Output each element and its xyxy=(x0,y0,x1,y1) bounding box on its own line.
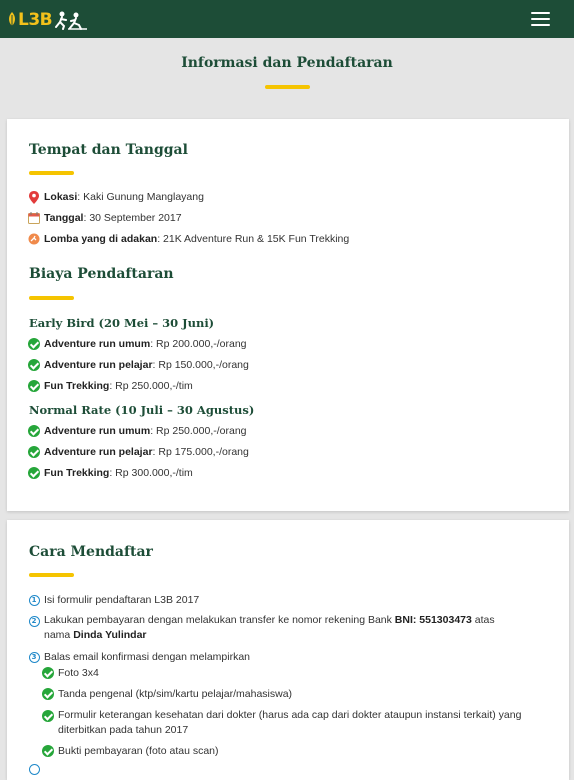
runner-figures-icon xyxy=(55,11,88,30)
title-underline xyxy=(265,85,310,89)
check-icon xyxy=(42,667,54,679)
hamburger-menu-icon[interactable] xyxy=(531,12,551,26)
number-2-icon: 2 xyxy=(28,615,40,627)
attachment-item: Bukti pembayaran (foto atau scan) xyxy=(41,744,219,758)
check-icon xyxy=(28,380,40,392)
info-value: : 30 September 2017 xyxy=(83,212,182,224)
step-text: Lakukan pembayaran dengan melakukan tran… xyxy=(44,614,395,626)
price-label: Adventure run pelajar xyxy=(44,359,153,371)
attachment-item: Formulir keterangan kesehatan dari dokte… xyxy=(41,708,531,738)
price-row: Adventure run umum : Rp 200.000,-/orang xyxy=(27,337,247,351)
map-pin-icon xyxy=(27,190,41,204)
attachment-text: Formulir keterangan kesehatan dari dokte… xyxy=(58,709,522,736)
info-label: Tanggal xyxy=(44,212,84,224)
section-heading-biaya: Biaya Pendaftaran xyxy=(29,266,174,282)
info-row-tanggal: Tanggal : 30 September 2017 xyxy=(27,211,182,225)
attachment-item: Foto 3x4 xyxy=(41,666,99,680)
step-item: 2 Lakukan pembayaran dengan melakukan tr… xyxy=(27,613,522,643)
price-row: Adventure run pelajar : Rp 150.000,-/ora… xyxy=(27,358,249,372)
check-icon xyxy=(42,745,54,757)
step-item: 3 Balas email konfirmasi dengan melampir… xyxy=(27,650,250,664)
number-4-icon xyxy=(28,763,40,775)
price-row: Adventure run pelajar : Rp 175.000,-/ora… xyxy=(27,445,249,459)
info-value: : Kaki Gunung Manglayang xyxy=(77,191,204,203)
early-bird-title: Early Bird (20 Mei – 30 Juni) xyxy=(29,316,215,330)
number-1-icon: 1 xyxy=(28,594,40,606)
check-icon xyxy=(28,446,40,458)
price-row: Adventure run umum : Rp 250.000,-/orang xyxy=(27,424,247,438)
step-text: Balas email konfirmasi dengan melampirka… xyxy=(44,651,251,663)
attachment-text: Bukti pembayaran (foto atau scan) xyxy=(58,745,219,757)
bank-account: BNI: 551303473 xyxy=(394,614,472,626)
section-underline xyxy=(29,296,74,300)
check-icon xyxy=(28,338,40,350)
step-item-partial xyxy=(27,762,44,776)
info-value: : 21K Adventure Run & 15K Fun Trekking xyxy=(157,233,350,245)
price-label: Fun Trekking xyxy=(44,380,110,392)
check-icon xyxy=(42,710,54,722)
price-row: Fun Trekking : Rp 250.000,-/tim xyxy=(27,379,193,393)
price-value: : Rp 175.000,-/orang xyxy=(152,446,249,458)
account-holder: Dinda Yulindar xyxy=(73,629,147,641)
info-label: Lokasi xyxy=(44,191,78,203)
attachment-text: Foto 3x4 xyxy=(58,667,99,679)
normal-rate-title: Normal Rate (10 Juli – 30 Agustus) xyxy=(29,403,255,417)
info-row-lokasi: Lokasi : Kaki Gunung Manglayang xyxy=(27,190,204,204)
section-heading-tempat: Tempat dan Tanggal xyxy=(29,142,188,158)
leaf-icon xyxy=(9,12,15,28)
section-underline xyxy=(29,573,74,577)
check-icon xyxy=(28,359,40,371)
price-value: : Rp 300.000,-/tim xyxy=(109,467,193,479)
attachment-text: Tanda pengenal (ktp/sim/kartu pelajar/ma… xyxy=(58,688,293,700)
price-label: Fun Trekking xyxy=(44,467,110,479)
calendar-icon xyxy=(27,211,41,225)
logo-text: L3B xyxy=(18,10,53,30)
price-value: : Rp 250.000,-/tim xyxy=(109,380,193,392)
check-icon xyxy=(28,425,40,437)
check-icon xyxy=(42,688,54,700)
l3b-logo[interactable]: L3B xyxy=(7,9,88,31)
running-icon xyxy=(27,232,41,246)
info-label: Lomba yang di adakan xyxy=(44,233,158,245)
price-value: : Rp 200.000,-/orang xyxy=(150,338,247,350)
attachment-item: Tanda pengenal (ktp/sim/kartu pelajar/ma… xyxy=(41,687,292,701)
number-3-icon: 3 xyxy=(28,651,40,663)
info-row-lomba: Lomba yang di adakan : 21K Adventure Run… xyxy=(27,232,349,246)
page-title: Informasi dan Pendaftaran xyxy=(181,55,393,71)
price-row: Fun Trekking : Rp 300.000,-/tim xyxy=(27,466,193,480)
section-underline xyxy=(29,171,74,175)
price-label: Adventure run umum xyxy=(44,425,151,437)
section-heading-cara: Cara Mendaftar xyxy=(29,544,153,560)
check-icon xyxy=(28,467,40,479)
price-label: Adventure run pelajar xyxy=(44,446,153,458)
price-value: : Rp 250.000,-/orang xyxy=(150,425,247,437)
price-value: : Rp 150.000,-/orang xyxy=(152,359,249,371)
top-navbar: L3B xyxy=(0,0,574,38)
registration-card: Cara Mendaftar 1 Isi formulir pendaftara… xyxy=(7,520,569,780)
info-card: Tempat dan Tanggal Lokasi : Kaki Gunung … xyxy=(7,119,569,511)
step-text: Isi formulir pendaftaran L3B 2017 xyxy=(44,594,200,606)
price-label: Adventure run umum xyxy=(44,338,151,350)
step-item: 1 Isi formulir pendaftaran L3B 2017 xyxy=(27,593,199,607)
